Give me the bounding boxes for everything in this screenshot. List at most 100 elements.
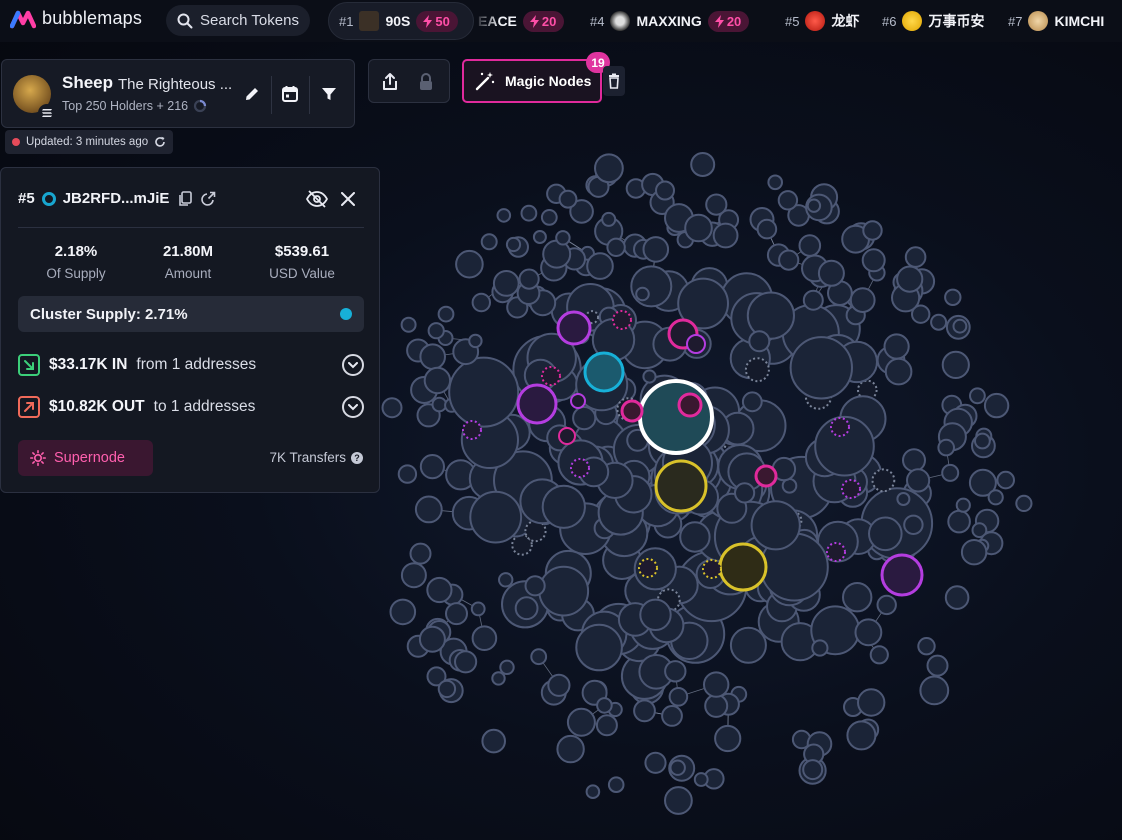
holder-bubble[interactable]	[437, 305, 455, 323]
holder-bubble[interactable]	[690, 152, 716, 177]
expand-outflow-button[interactable]	[342, 396, 364, 418]
holder-bubble[interactable]	[655, 180, 675, 201]
holder-bubble[interactable]	[492, 270, 520, 297]
highlighted-holder-bubble[interactable]	[638, 558, 658, 578]
holder-bubble[interactable]	[448, 356, 520, 428]
holder-bubble[interactable]	[869, 645, 889, 665]
holder-bubble[interactable]	[857, 688, 886, 717]
holder-bubble[interactable]	[491, 671, 506, 686]
holder-bubble[interactable]	[778, 249, 800, 271]
edit-button[interactable]	[238, 80, 266, 108]
holder-bubble[interactable]	[669, 759, 686, 776]
holder-bubble[interactable]	[635, 286, 650, 302]
highlighted-holder-bubble[interactable]	[754, 464, 778, 488]
holder-bubble[interactable]	[454, 650, 478, 674]
highlighted-holder-bubble[interactable]	[718, 542, 768, 592]
holder-bubble[interactable]	[902, 448, 926, 473]
holder-bubble[interactable]	[639, 598, 672, 631]
holder-bubble[interactable]	[937, 438, 956, 457]
holder-bubble[interactable]	[729, 626, 767, 664]
holder-bubble[interactable]	[846, 720, 877, 751]
holder-bubble[interactable]	[944, 585, 970, 610]
holder-bubble[interactable]	[904, 246, 927, 268]
holder-bubble[interactable]	[941, 350, 970, 379]
updated-status[interactable]: Updated: 3 minutes ago	[5, 130, 174, 154]
clear-magic-nodes-button[interactable]	[603, 66, 625, 96]
holder-bubble[interactable]	[455, 249, 484, 279]
holder-bubble[interactable]	[586, 252, 614, 280]
holder-bubble[interactable]	[789, 336, 853, 400]
holder-bubble[interactable]	[642, 369, 657, 384]
holder-bubble[interactable]	[684, 213, 713, 243]
holder-bubble[interactable]	[469, 490, 523, 544]
holder-bubble[interactable]	[952, 318, 968, 334]
holder-bubble[interactable]	[437, 679, 457, 699]
holder-bubble[interactable]	[983, 392, 1010, 419]
holder-bubble[interactable]	[431, 396, 448, 413]
holder-bubble[interactable]	[409, 542, 432, 565]
holder-bubble[interactable]	[585, 784, 601, 800]
holder-bubble[interactable]	[806, 198, 822, 213]
holder-bubble[interactable]	[1015, 494, 1033, 512]
trending-item-6[interactable]: #6 万事币安	[882, 2, 984, 40]
holder-bubble[interactable]	[524, 575, 546, 597]
holder-bubble[interactable]	[505, 236, 522, 253]
holder-bubble[interactable]	[555, 230, 571, 246]
holder-bubble[interactable]	[595, 714, 618, 737]
highlighted-holder-bubble[interactable]	[702, 559, 722, 579]
highlighted-holder-bubble[interactable]	[826, 542, 846, 562]
holder-bubble[interactable]	[630, 265, 673, 308]
holder-bubble[interactable]	[496, 208, 512, 223]
holder-bubble[interactable]	[480, 233, 498, 251]
holder-bubble[interactable]	[514, 596, 539, 621]
help-icon[interactable]: ?	[351, 451, 363, 464]
holder-bubble[interactable]	[426, 576, 453, 604]
holder-bubble[interactable]	[903, 514, 924, 535]
holder-bubble[interactable]	[896, 265, 924, 293]
holder-bubble[interactable]	[883, 333, 910, 360]
holder-bubble[interactable]	[876, 594, 897, 616]
holder-bubble[interactable]	[418, 625, 446, 653]
holder-bubble[interactable]	[734, 482, 756, 504]
highlighted-holder-bubble[interactable]	[516, 383, 558, 425]
holder-bubble[interactable]	[419, 454, 445, 480]
holder-bubble[interactable]	[896, 492, 911, 506]
holder-bubble[interactable]	[703, 671, 730, 698]
holder-bubble[interactable]	[802, 289, 824, 311]
highlighted-holder-bubble[interactable]	[830, 417, 850, 437]
inflow-row[interactable]: $33.17K IN from 1 addresses	[18, 350, 364, 380]
holder-bubble[interactable]	[987, 489, 1004, 506]
holder-bubble[interactable]	[767, 174, 784, 191]
holder-bubble[interactable]	[817, 259, 845, 287]
holder-bubble[interactable]	[661, 705, 683, 727]
holder-bubble[interactable]	[556, 734, 585, 764]
holder-bubble[interactable]	[868, 516, 903, 552]
holder-bubble[interactable]	[468, 333, 483, 349]
selected-holder-bubble[interactable]	[638, 379, 714, 455]
holder-bubble[interactable]	[596, 697, 613, 714]
holder-bubble[interactable]	[397, 464, 418, 484]
search-tokens-button[interactable]: Search Tokens	[166, 5, 310, 36]
holder-bubble[interactable]	[575, 623, 623, 672]
holder-bubble[interactable]	[427, 322, 445, 340]
highlighted-holder-bubble[interactable]	[462, 420, 482, 440]
trending-item-1[interactable]: #1 90S 50	[339, 2, 458, 40]
holder-bubble[interactable]	[664, 660, 687, 683]
holder-bubble[interactable]	[541, 484, 586, 529]
copy-icon[interactable]	[178, 190, 193, 207]
holder-bubble[interactable]	[704, 693, 729, 718]
close-icon[interactable]	[341, 192, 355, 206]
holder-bubble[interactable]	[969, 387, 986, 405]
highlighted-holder-bubble[interactable]	[558, 427, 576, 445]
highlighted-holder-bubble[interactable]	[541, 366, 561, 386]
trending-item-4[interactable]: #4 MAXXING 20	[590, 2, 750, 40]
holder-bubble[interactable]	[741, 391, 763, 413]
holder-bubble[interactable]	[871, 468, 896, 493]
holder-bubble[interactable]	[470, 601, 486, 617]
filter-button[interactable]	[315, 80, 343, 108]
holder-bubble[interactable]	[906, 468, 931, 493]
trending-item-7[interactable]: #7 KIMCHI	[1008, 2, 1104, 40]
holder-bubble[interactable]	[798, 234, 822, 257]
holder-bubble[interactable]	[693, 772, 709, 787]
holder-bubble[interactable]	[642, 236, 670, 263]
